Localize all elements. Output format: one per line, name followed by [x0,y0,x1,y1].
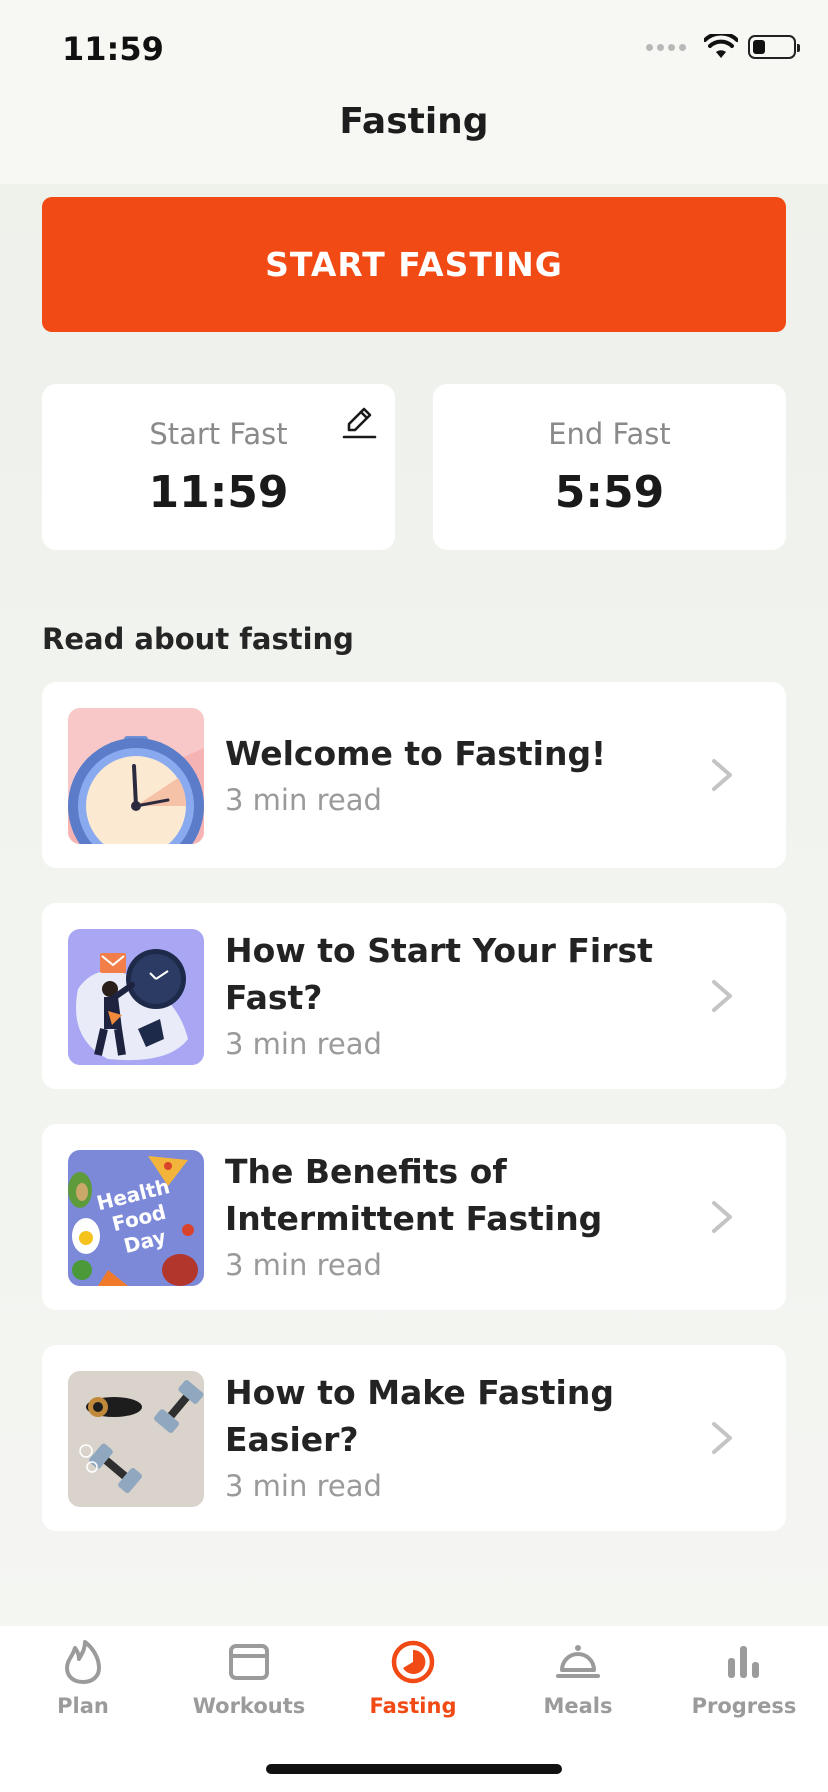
tab-meals[interactable]: Meals [503,1638,653,1738]
article-title: The Benefits of Intermittent Fasting [225,1152,603,1238]
edit-pencil-icon[interactable] [339,402,379,442]
article-thumbnail-alarm-clock [68,708,204,844]
calendar-card-icon [229,1644,269,1680]
wifi-icon [704,34,738,58]
tab-workouts[interactable]: Workouts [174,1638,324,1738]
end-fast-card: End Fast 5:59 [433,384,786,550]
chevron-right-icon [712,980,732,1012]
chevron-right-icon [712,1201,732,1233]
flame-icon [65,1640,101,1684]
cloche-icon [556,1645,600,1678]
start-fast-card[interactable]: Start Fast 11:59 [42,384,395,550]
article-card-easier[interactable]: How to Make Fasting Easier? 3 min read [42,1345,786,1531]
status-bar: 11:59 [0,0,828,96]
article-card-benefits[interactable]: Health Food Day The Benefits of Intermit… [42,1124,786,1310]
battery-icon [748,35,800,59]
article-read-time: 3 min read [225,1469,382,1503]
end-fast-time: 5:59 [554,466,665,518]
chevron-right-icon [712,1422,732,1454]
start-fast-time: 11:59 [148,466,289,518]
article-thumbnail-person-clock [68,929,204,1065]
nav-header: Fasting [0,96,828,184]
article-card-welcome[interactable]: Welcome to Fasting! 3 min read [42,682,786,868]
article-read-time: 3 min read [225,1248,382,1282]
article-title: How to Make Fasting Easier? [225,1373,614,1459]
tab-plan[interactable]: Plan [8,1638,158,1738]
end-fast-label: End Fast [548,416,671,451]
bar-chart-icon [728,1646,759,1678]
signal-icon [646,43,686,51]
article-text: How to Make Fasting Easier? 3 min read [225,1345,655,1531]
article-thumbnail-dumbbells-coffee [68,1371,204,1507]
article-text: How to Start Your First Fast? 3 min read [225,903,655,1089]
tab-label: Progress [691,1694,797,1718]
tab-label: Meals [543,1694,613,1718]
article-thumbnail-health-food-day: Health Food Day [68,1150,204,1286]
tab-label: Fasting [369,1694,457,1718]
start-fasting-button[interactable]: START FASTING [42,197,786,332]
article-text: Welcome to Fasting! 3 min read [225,682,655,868]
fasting-clock-icon [391,1640,435,1684]
article-read-time: 3 min read [225,1027,382,1061]
section-title: Read about fasting [42,622,354,656]
page-title: Fasting [339,100,489,142]
tab-label: Plan [57,1694,109,1718]
article-title: Welcome to Fasting! [225,733,607,773]
article-text: The Benefits of Intermittent Fasting 3 m… [225,1124,655,1310]
article-card-first-fast[interactable]: How to Start Your First Fast? 3 min read [42,903,786,1089]
chevron-right-icon [712,759,732,791]
status-icons [646,34,800,60]
home-indicator [266,1764,562,1774]
article-title: How to Start Your First Fast? [225,931,653,1017]
tab-label: Workouts [192,1694,306,1718]
start-fast-label: Start Fast [149,416,288,451]
tab-fasting[interactable]: Fasting [338,1638,488,1738]
article-read-time: 3 min read [225,782,382,817]
tab-progress[interactable]: Progress [669,1638,819,1738]
status-time: 11:59 [62,30,164,68]
